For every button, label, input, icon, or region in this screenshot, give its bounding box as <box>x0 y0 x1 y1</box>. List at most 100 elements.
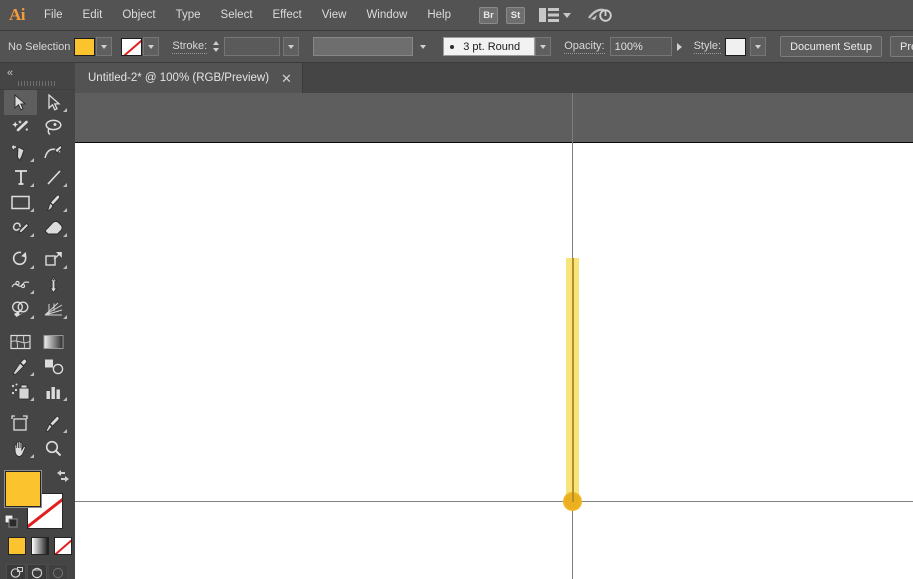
stroke-weight-dropdown[interactable] <box>283 37 300 56</box>
lasso-tool[interactable] <box>37 115 70 140</box>
document-setup-button[interactable]: Document Setup <box>780 36 883 57</box>
brush-preview-dot-icon <box>450 44 455 49</box>
normal-screen-mode[interactable] <box>6 564 26 579</box>
gradient-tool[interactable] <box>37 329 70 354</box>
stroke-weight-stepper[interactable] <box>210 37 221 56</box>
menu-bar: Ai File Edit Object Type Select Effect V… <box>0 0 913 31</box>
canvas-area[interactable] <box>75 93 913 579</box>
full-screen-mode[interactable] <box>48 564 68 579</box>
toolbar-separator-2 <box>4 322 70 329</box>
document-tab[interactable]: Untitled-2* @ 100% (RGB/Preview) ✕ <box>75 63 303 93</box>
shape-builder-tool[interactable] <box>4 297 37 322</box>
eyedropper-tool[interactable] <box>4 354 37 379</box>
chevron-down-icon <box>101 44 108 49</box>
menu-effect[interactable]: Effect <box>263 0 312 31</box>
illustrator-window: Ai File Edit Object Type Select Effect V… <box>0 0 913 579</box>
chevron-down-icon <box>288 44 295 49</box>
variable-width-profile-swatch[interactable] <box>313 37 414 56</box>
stepper-down-icon <box>212 48 219 52</box>
variable-width-profile-dropdown[interactable] <box>415 37 431 56</box>
fill-color-swatch[interactable] <box>74 37 96 56</box>
close-icon[interactable]: ✕ <box>281 72 292 85</box>
guide-horizontal <box>75 501 913 502</box>
toolbar-separator <box>4 240 70 247</box>
eraser-tool[interactable] <box>37 215 70 240</box>
menu-select[interactable]: Select <box>211 0 263 31</box>
mesh-tool[interactable] <box>4 329 37 354</box>
gradient-swatch[interactable] <box>31 537 49 555</box>
blend-tool[interactable] <box>37 354 70 379</box>
double-chevron-left-icon[interactable]: « <box>7 67 13 79</box>
control-bar: No Selection Stroke: 3 pt. Round Opacity… <box>0 31 913 63</box>
stroke-color-dropdown[interactable] <box>143 37 160 56</box>
menu-object[interactable]: Object <box>112 0 165 31</box>
perspective-grid-tool[interactable] <box>37 297 70 322</box>
fill-color-dropdown[interactable] <box>96 37 113 56</box>
stroke-weight-label: Stroke: <box>172 39 208 54</box>
menu-file[interactable]: File <box>34 0 73 31</box>
search-adobe-stock-icon[interactable] <box>587 6 612 24</box>
symbol-sprayer-tool[interactable] <box>4 379 37 404</box>
menu-edit[interactable]: Edit <box>73 0 113 31</box>
default-fill-stroke-icon[interactable] <box>4 514 18 528</box>
stock-button[interactable]: St <box>506 6 525 24</box>
paintbrush-tool[interactable] <box>37 190 70 215</box>
stroke-color-swatch[interactable] <box>121 37 143 56</box>
bridge-button[interactable]: Br <box>479 6 498 24</box>
tools-panel: « <box>0 63 75 579</box>
menu-help[interactable]: Help <box>417 0 461 31</box>
chevron-down-icon <box>755 44 762 49</box>
stroke-weight-input[interactable] <box>224 37 281 56</box>
tools-panel-grip[interactable] <box>18 81 56 86</box>
menu-type[interactable]: Type <box>166 0 211 31</box>
width-tool[interactable] <box>4 272 37 297</box>
none-swatch[interactable] <box>54 537 72 555</box>
curvature-tool[interactable] <box>37 140 70 165</box>
chevron-down-icon <box>540 44 547 49</box>
menubar-right-controls: Br St <box>479 6 612 24</box>
magic-wand-tool[interactable] <box>4 115 37 140</box>
full-screen-with-menu-mode[interactable] <box>27 564 47 579</box>
brush-definition-value: 3 pt. Round <box>463 40 521 53</box>
scale-tool[interactable] <box>37 247 70 272</box>
style-label: Style: <box>693 39 722 54</box>
arrow-right-icon[interactable] <box>676 42 682 51</box>
menu-view[interactable]: View <box>312 0 357 31</box>
toolbar-separator-3 <box>4 404 70 411</box>
opacity-label: Opacity: <box>564 39 605 54</box>
pen-tool[interactable] <box>4 140 37 165</box>
rectangle-tool[interactable] <box>4 190 37 215</box>
column-graph-tool[interactable] <box>37 379 70 404</box>
slice-tool[interactable] <box>37 411 70 436</box>
fill-color-indicator[interactable] <box>5 471 41 507</box>
chevron-down-icon <box>420 44 427 49</box>
brush-definition-select[interactable]: 3 pt. Round <box>443 37 536 56</box>
chevron-down-icon <box>148 44 155 49</box>
tools-panel-header: « <box>0 63 75 90</box>
opacity-input[interactable]: 100% <box>609 37 672 56</box>
shaper-pencil-tool[interactable] <box>4 215 37 240</box>
line-segment-tool[interactable] <box>37 165 70 190</box>
brush-stroke-path-line <box>571 258 574 502</box>
direct-selection-tool[interactable] <box>37 90 70 115</box>
fill-stroke-mode-row <box>8 537 75 555</box>
free-transform-tool[interactable] <box>37 272 70 297</box>
selection-status-label: No Selection <box>8 40 71 53</box>
stepper-up-icon <box>212 41 219 45</box>
brush-definition-dropdown[interactable] <box>535 37 552 56</box>
workspace-switcher-icon <box>539 8 559 22</box>
type-tool[interactable] <box>4 165 37 190</box>
graphic-style-dropdown[interactable] <box>750 37 767 56</box>
zoom-tool[interactable] <box>37 436 70 461</box>
fill-stroke-indicator <box>4 469 71 529</box>
hand-tool[interactable] <box>4 436 37 461</box>
swap-fill-stroke-icon[interactable] <box>56 469 70 483</box>
workspace-switcher[interactable] <box>539 8 571 22</box>
graphic-style-swatch[interactable] <box>725 37 747 56</box>
rotate-tool[interactable] <box>4 247 37 272</box>
preferences-button[interactable]: Preferences <box>890 36 913 57</box>
selection-tool[interactable] <box>4 90 37 115</box>
artboard-tool[interactable] <box>4 411 37 436</box>
menu-window[interactable]: Window <box>356 0 417 31</box>
color-swatch[interactable] <box>8 537 26 555</box>
